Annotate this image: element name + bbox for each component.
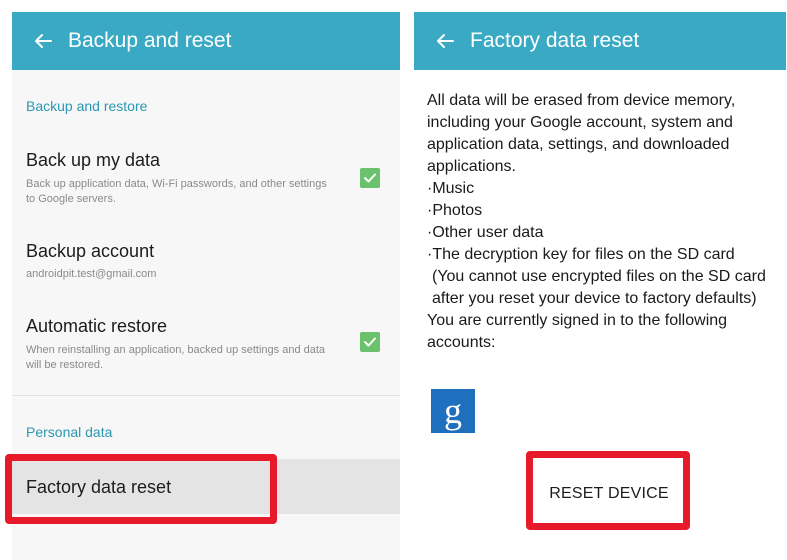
section-header-personal-data: Personal data [26,424,113,440]
setting-back-up-my-data[interactable]: Back up my data Back up application data… [12,148,400,218]
signed-in-text: You are currently signed in to the follo… [427,312,728,351]
setting-automatic-restore[interactable]: Automatic restore When reinstalling an a… [12,314,400,384]
erase-list-item: ·Other user data [427,224,544,241]
back-arrow-icon[interactable] [436,32,454,50]
back-arrow-icon[interactable] [34,32,52,50]
setting-title: Backup account [26,241,155,261]
setting-backup-account[interactable]: Backup account androidpit.test@gmail.com [12,239,400,289]
google-account-icon: g [431,389,475,433]
screen-title: Backup and reset [68,29,232,52]
automatic-restore-checkbox[interactable] [360,332,380,352]
erase-list-item: ·Photos [427,202,483,219]
erase-list-item: ·Music [427,180,475,197]
divider [12,395,400,396]
back-up-data-checkbox[interactable] [360,168,380,188]
app-bar: Factory data reset [414,12,786,70]
check-icon [364,337,376,347]
setting-description: Back up application data, Wi-Fi password… [26,178,327,205]
section-header-backup-restore: Backup and restore [26,98,148,114]
check-icon [364,173,376,183]
setting-description: androidpit.test@gmail.com [26,268,157,280]
reset-warning-text: All data will be erased from device memo… [427,90,779,354]
app-bar: Backup and reset [12,12,400,70]
google-account-letter: g [444,391,462,431]
reset-intro: All data will be erased from device memo… [427,92,736,175]
screen-title: Factory data reset [470,29,640,52]
setting-description: When reinstalling an application, backed… [26,344,326,371]
highlight-box-reset-device [526,451,690,530]
highlight-box-factory-reset [5,454,277,524]
sd-card-note: (You cannot use encrypted files on the S… [432,268,766,307]
setting-title: Back up my data [26,150,161,170]
erase-list-item: ·The decryption key for files on the SD … [427,246,735,263]
setting-title: Automatic restore [26,316,168,336]
